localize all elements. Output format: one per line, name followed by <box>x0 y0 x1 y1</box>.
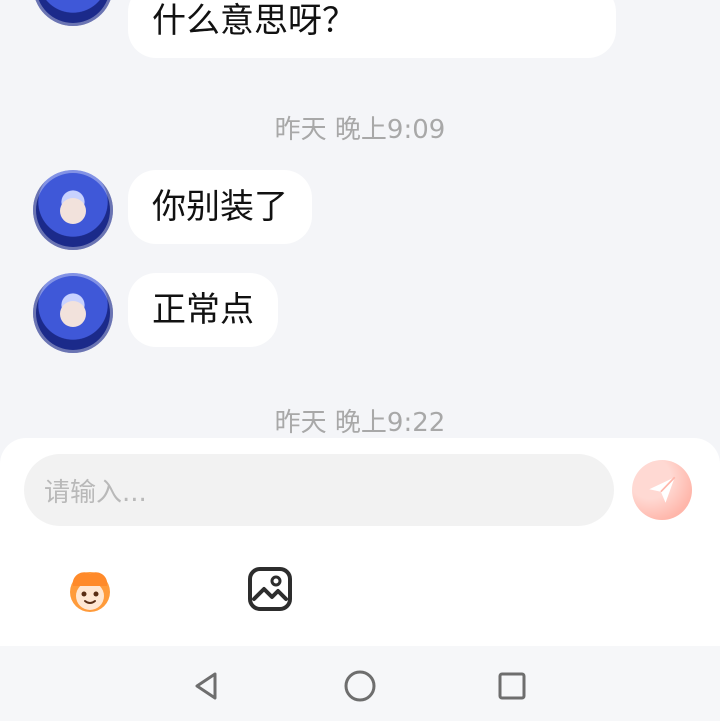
contact-avatar[interactable] <box>33 273 113 353</box>
recents-square-icon <box>498 672 526 700</box>
message-bubble[interactable]: 什么意思呀？ <box>128 0 616 58</box>
send-button[interactable] <box>632 460 692 520</box>
message-input[interactable]: 请输入... <box>24 454 614 526</box>
message-text: 你别装了 <box>152 187 288 227</box>
contact-avatar[interactable] <box>33 0 113 26</box>
input-placeholder: 请输入... <box>44 477 147 508</box>
back-triangle-icon <box>195 672 217 700</box>
image-icon <box>248 567 292 611</box>
contact-avatar[interactable] <box>33 170 113 250</box>
message-text: 什么意思呀？ <box>152 1 356 41</box>
message-bubble[interactable]: 你别装了 <box>128 170 312 244</box>
emoji-sticker-icon <box>70 572 110 612</box>
timestamp: 昨天 晚上9:22 <box>274 408 446 438</box>
home-button[interactable] <box>340 666 380 706</box>
back-button[interactable] <box>186 666 226 706</box>
system-navigation-bar <box>0 646 720 721</box>
composer-panel: 请输入... <box>0 438 720 648</box>
chat-area[interactable]: 什么意思呀？ 昨天 晚上9:09 你别装了 正常点 昨天 晚上9:22 <box>0 0 720 440</box>
recents-button[interactable] <box>492 666 532 706</box>
timestamp: 昨天 晚上9:09 <box>274 115 446 145</box>
message-bubble[interactable]: 正常点 <box>128 273 278 347</box>
emoji-sticker-button[interactable] <box>61 560 119 618</box>
home-circle-icon <box>344 670 376 702</box>
message-text: 正常点 <box>152 290 254 330</box>
image-button[interactable] <box>241 560 299 618</box>
send-icon <box>649 476 676 503</box>
